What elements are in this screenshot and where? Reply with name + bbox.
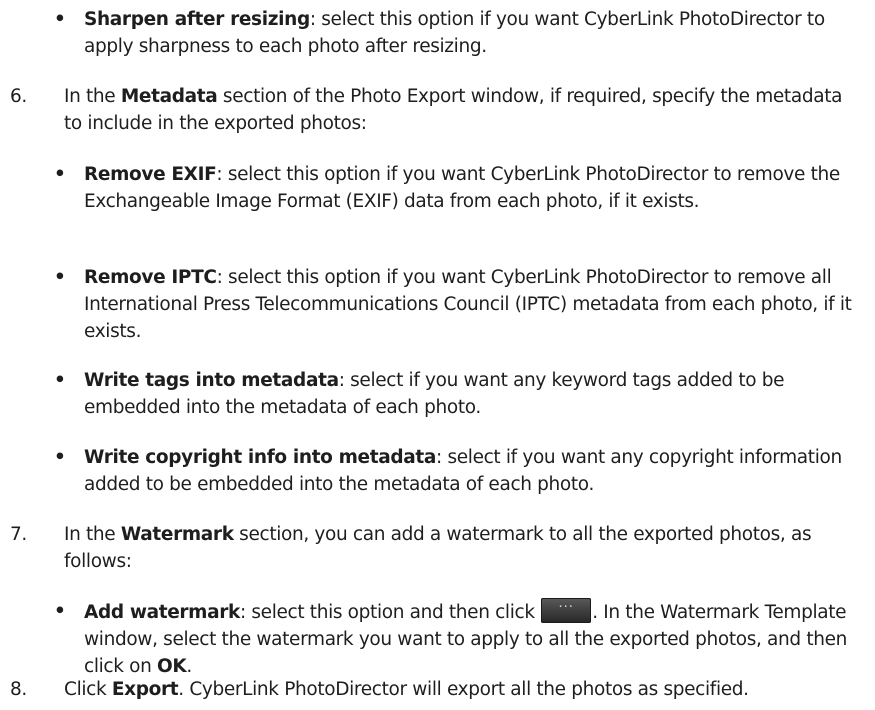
term-metadata: Metadata [120,86,218,107]
bullet-dot: • [54,267,66,288]
more-options-button[interactable]: ··· [541,598,592,623]
document-page: • Sharpen after resizing: select this op… [0,0,875,710]
step8-post: . CyberLink PhotoDirector will export al… [178,679,749,700]
step6-pre: In the [64,86,121,107]
bullet-body: Add watermark: select this option and th… [84,598,874,680]
term-write-copyright: Write copyright info into metadata [84,447,437,468]
step8-pre: Click [64,679,112,700]
term-remove-exif: Remove EXIF [84,164,217,185]
bullet-dot: • [54,370,66,391]
bullet-body: Write tags into metadata: select if you … [84,367,874,421]
step-body: In the Watermark section, you can add a … [64,521,864,575]
term-sharpen-after-resizing: Sharpen after resizing [84,9,310,30]
step-number: 8. [10,679,27,700]
desc-add-watermark-a: : select this option and then click [239,602,541,623]
step-body: In the Metadata section of the Photo Exp… [64,83,864,137]
bullet-dot: • [54,601,66,622]
step-number: 6. [10,86,27,107]
term-write-tags: Write tags into metadata [84,370,339,391]
bullet-dot: • [54,164,66,185]
term-add-watermark: Add watermark [84,602,240,623]
term-watermark: Watermark [120,524,234,545]
term-export: Export [111,679,179,700]
ellipsis-icon: ··· [558,600,574,615]
bullet-body: Remove EXIF: select this option if you w… [84,161,874,215]
bullet-body: Sharpen after resizing: select this opti… [84,6,874,60]
term-ok: OK [157,656,187,677]
bullet-body: Remove IPTC: select this option if you w… [84,264,874,345]
step-body: Click Export. CyberLink PhotoDirector wi… [64,676,864,703]
step-number: 7. [10,524,27,545]
bullet-body: Write copyright info into metadata: sele… [84,444,874,498]
step7-pre: In the [64,524,121,545]
bullet-dot: • [54,447,66,468]
term-remove-iptc: Remove IPTC [84,267,217,288]
bullet-dot: • [54,9,66,30]
desc-add-watermark-c: . [186,656,192,677]
